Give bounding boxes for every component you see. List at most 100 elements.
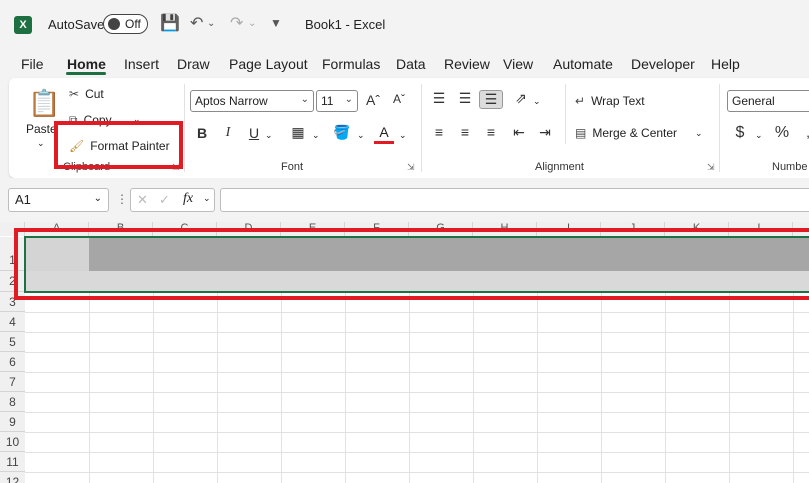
row-header[interactable]: 6 xyxy=(0,352,25,372)
wrap-text-button[interactable]: ↵ Wrap Text xyxy=(575,94,645,108)
cancel-icon[interactable]: ✕ xyxy=(137,192,148,208)
row-header[interactable]: 11 xyxy=(0,452,25,472)
number-format-value: General xyxy=(732,94,775,108)
tab-insert[interactable]: Insert xyxy=(124,56,159,72)
grid-line xyxy=(25,432,809,433)
name-box-value: A1 xyxy=(15,192,31,207)
chevron-down-icon: ⌄ xyxy=(300,94,309,105)
wrap-text-label: Wrap Text xyxy=(591,94,645,108)
number-format-select[interactable]: General xyxy=(727,90,809,112)
grid-line xyxy=(25,312,809,313)
title-bar: X AutoSave Off 💾 ↶ ⌄ ↷ ⌄ ▼ Book1 - Excel xyxy=(0,0,809,48)
align-middle-icon[interactable]: ☰ xyxy=(455,90,475,107)
name-box[interactable]: A1 ⌄ xyxy=(8,188,109,212)
orientation-icon[interactable]: ⇗ xyxy=(511,90,531,107)
font-size-select[interactable]: 11 ⌄ xyxy=(316,90,358,112)
italic-button[interactable]: I xyxy=(218,125,238,141)
merge-icon: ▤ xyxy=(575,126,587,140)
tab-page-layout[interactable]: Page Layout xyxy=(229,56,308,72)
row-header[interactable]: 7 xyxy=(0,372,25,392)
fx-dropdown-icon[interactable]: ⌄ xyxy=(203,193,211,204)
font-color-dropdown-icon[interactable]: ⌄ xyxy=(399,130,407,141)
bold-button[interactable]: B xyxy=(192,125,212,141)
save-icon[interactable]: 💾 xyxy=(160,13,180,33)
tab-home[interactable]: Home xyxy=(67,56,106,72)
more-options-icon[interactable]: ⋮ xyxy=(116,192,128,206)
formula-input[interactable] xyxy=(220,188,809,212)
fill-color-icon[interactable]: 🪣 xyxy=(332,124,352,141)
row-header[interactable]: 4 xyxy=(0,312,25,332)
percent-button[interactable]: % xyxy=(772,124,792,142)
grid-line xyxy=(25,472,809,473)
rows-selection-highlight xyxy=(14,228,809,300)
format-painter-highlight xyxy=(54,121,183,169)
active-tab-indicator xyxy=(66,72,106,75)
decrease-indent-icon[interactable]: ⇤ xyxy=(509,124,529,141)
scissors-icon: ✂ xyxy=(69,87,80,101)
undo-icon[interactable]: ↶ xyxy=(190,13,203,33)
redo-icon[interactable]: ↷ xyxy=(230,13,243,33)
row-header[interactable]: 9 xyxy=(0,412,25,432)
separator xyxy=(565,84,566,144)
number-group-label: Numbe xyxy=(772,161,808,173)
align-center-icon[interactable]: ≡ xyxy=(455,124,475,140)
customize-toolbar-icon[interactable]: ▼ xyxy=(270,16,282,30)
align-bottom-icon[interactable]: ☰ xyxy=(479,90,503,109)
font-color-icon[interactable]: A xyxy=(374,124,394,144)
borders-icon[interactable]: ▦ xyxy=(288,124,308,141)
enter-icon[interactable]: ✓ xyxy=(159,192,170,208)
font-group-label: Font xyxy=(281,161,304,173)
increase-indent-icon[interactable]: ⇥ xyxy=(535,124,555,141)
wrap-text-icon: ↵ xyxy=(575,94,586,108)
underline-button[interactable]: U xyxy=(244,125,264,141)
align-top-icon[interactable]: ☰ xyxy=(429,90,449,107)
tab-developer[interactable]: Developer xyxy=(631,56,695,72)
cut-button[interactable]: ✂ Cut xyxy=(69,87,104,101)
increase-font-icon[interactable]: Aˆ xyxy=(363,92,383,108)
tab-review[interactable]: Review xyxy=(444,56,490,72)
autosave-label: AutoSave xyxy=(48,17,105,32)
autosave-toggle[interactable]: Off xyxy=(103,14,148,34)
currency-button[interactable]: $ xyxy=(730,124,750,142)
row-header[interactable]: 12 xyxy=(0,472,25,483)
tab-data[interactable]: Data xyxy=(396,56,426,72)
separator xyxy=(184,84,185,172)
borders-dropdown-icon[interactable]: ⌄ xyxy=(312,130,320,141)
redo-dropdown-icon[interactable]: ⌄ xyxy=(248,18,256,29)
tab-draw[interactable]: Draw xyxy=(177,56,210,72)
alignment-launcher-icon[interactable]: ⇲ xyxy=(707,162,715,173)
row-header[interactable]: 10 xyxy=(0,432,25,452)
row-header[interactable]: 8 xyxy=(0,392,25,412)
grid-line xyxy=(25,352,809,353)
decrease-font-icon[interactable]: Aˇ xyxy=(389,92,409,106)
paste-icon[interactable]: 📋 xyxy=(28,88,60,119)
paste-dropdown-icon[interactable]: ⌄ xyxy=(37,138,45,149)
merge-dropdown-icon[interactable]: ⌄ xyxy=(695,128,703,139)
grid-line xyxy=(25,332,809,333)
align-left-icon[interactable]: ≡ xyxy=(429,124,449,140)
underline-dropdown-icon[interactable]: ⌄ xyxy=(265,130,273,141)
window-title: Book1 - Excel xyxy=(305,17,386,32)
merge-center-button[interactable]: ▤ Merge & Center xyxy=(575,126,677,140)
orientation-dropdown-icon[interactable]: ⌄ xyxy=(533,96,541,107)
alignment-group-label: Alignment xyxy=(535,161,584,173)
align-right-icon[interactable]: ≡ xyxy=(481,124,501,140)
grid-line xyxy=(25,452,809,453)
chevron-down-icon: ⌄ xyxy=(344,94,353,105)
row-header[interactable]: 5 xyxy=(0,332,25,352)
paste-button[interactable]: Paste xyxy=(26,122,57,136)
currency-dropdown-icon[interactable]: ⌄ xyxy=(755,130,763,141)
comma-style-icon[interactable]: ‚ xyxy=(798,124,809,140)
grid-line xyxy=(25,392,809,393)
font-name-select[interactable]: Aptos Narrow ⌄ xyxy=(190,90,314,112)
tab-automate[interactable]: Automate xyxy=(553,56,613,72)
fill-dropdown-icon[interactable]: ⌄ xyxy=(357,130,365,141)
font-launcher-icon[interactable]: ⇲ xyxy=(407,162,415,173)
tab-help[interactable]: Help xyxy=(711,56,740,72)
tab-formulas[interactable]: Formulas xyxy=(322,56,380,72)
insert-function-button[interactable]: fx xyxy=(183,191,193,207)
tab-view[interactable]: View xyxy=(503,56,533,72)
formula-controls: ✕ ✓ fx ⌄ xyxy=(130,188,215,212)
tab-file[interactable]: File xyxy=(21,56,44,72)
undo-dropdown-icon[interactable]: ⌄ xyxy=(207,18,215,29)
